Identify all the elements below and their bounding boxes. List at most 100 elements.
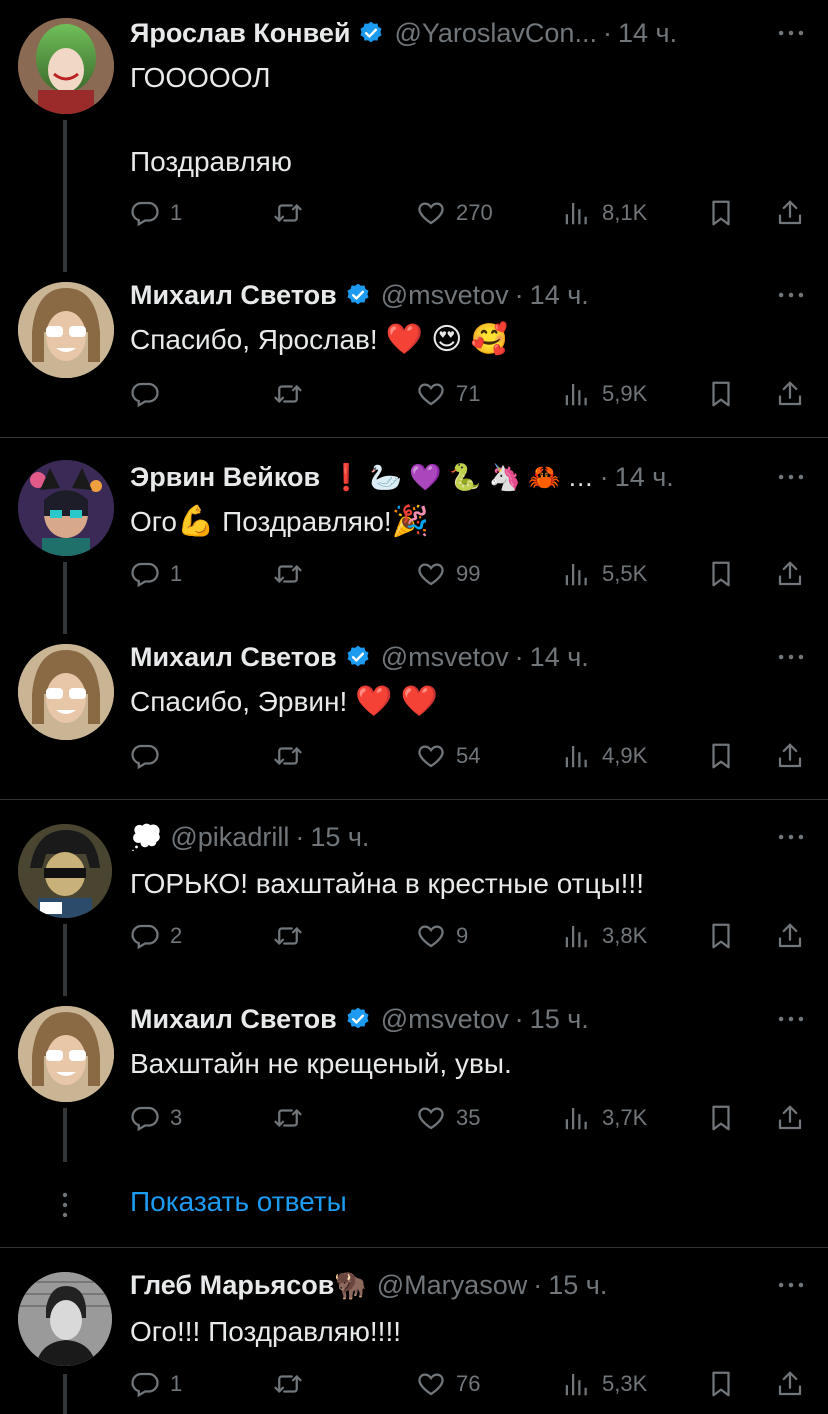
tweet[interactable]: Глеб Марьясов 🦬 @Maryasow · 15 ч. Ого!!!… bbox=[0, 1248, 828, 1414]
views-button[interactable]: 5,3K bbox=[562, 1366, 647, 1402]
emoji-group: ❤️ ❤️ bbox=[355, 685, 439, 718]
bookmark-button[interactable] bbox=[706, 738, 736, 774]
views-button[interactable]: 4,9K bbox=[562, 738, 647, 774]
more-options-icon[interactable] bbox=[774, 640, 808, 674]
timestamp[interactable]: 15 ч. bbox=[310, 822, 369, 853]
more-options-icon[interactable] bbox=[774, 820, 808, 854]
verified-icon bbox=[358, 20, 384, 46]
reply-icon bbox=[130, 559, 160, 589]
bookmark-button[interactable] bbox=[706, 376, 736, 412]
reply-button[interactable]: 2 bbox=[130, 918, 182, 954]
separator: · bbox=[602, 17, 612, 48]
views-button[interactable]: 5,5K bbox=[562, 556, 647, 592]
views-button[interactable]: 5,9K bbox=[562, 376, 647, 412]
avatar[interactable] bbox=[18, 1006, 114, 1102]
share-button[interactable] bbox=[775, 376, 805, 412]
author-name[interactable]: Эрвин Вейков bbox=[130, 462, 320, 493]
avatar[interactable] bbox=[18, 644, 114, 740]
share-button[interactable] bbox=[775, 738, 805, 774]
views-button[interactable]: 3,8K bbox=[562, 918, 647, 954]
like-button[interactable]: 76 bbox=[416, 1366, 480, 1402]
like-button[interactable]: 270 bbox=[416, 195, 493, 231]
share-button[interactable] bbox=[775, 918, 805, 954]
retweet-button[interactable] bbox=[273, 1366, 303, 1402]
bookmark-button[interactable] bbox=[706, 195, 736, 231]
tweet[interactable]: Михаил Светов @msvetov · 14 ч. Спасибо, … bbox=[0, 634, 828, 798]
more-options-icon[interactable] bbox=[774, 460, 808, 494]
author-handle[interactable]: @msvetov bbox=[381, 642, 509, 673]
timestamp[interactable]: 14 ч. bbox=[618, 18, 677, 49]
bookmark-button[interactable] bbox=[706, 1366, 736, 1402]
tweet[interactable]: 💭 @pikadrill · 15 ч. ГОРЬКО! вахштайна в… bbox=[0, 800, 828, 996]
retweet-button[interactable] bbox=[273, 1100, 303, 1136]
reply-icon bbox=[130, 1369, 160, 1399]
bookmark-button[interactable] bbox=[706, 1100, 736, 1136]
avatar[interactable] bbox=[18, 1272, 112, 1366]
show-replies-link[interactable]: Показать ответы bbox=[130, 1186, 347, 1218]
reply-button[interactable]: 3 bbox=[130, 1100, 182, 1136]
author-handle[interactable]: @pikadrill bbox=[170, 822, 289, 853]
tweet[interactable]: Эрвин Вейков ❗ 🦢 💜 🐍 🦄 🦀 … · 14 ч. Ого💪 … bbox=[0, 438, 828, 634]
views-button[interactable]: 3,7K bbox=[562, 1100, 647, 1136]
thread-line bbox=[63, 120, 67, 272]
author-handle[interactable]: @YaroslavCon... bbox=[394, 18, 597, 49]
timestamp[interactable]: 14 ч. bbox=[530, 642, 589, 673]
avatar[interactable] bbox=[18, 460, 114, 556]
views-icon bbox=[562, 1369, 592, 1399]
reply-button[interactable]: 1 bbox=[130, 195, 182, 231]
more-options-icon[interactable] bbox=[774, 278, 808, 312]
share-button[interactable] bbox=[775, 195, 805, 231]
like-button[interactable]: 54 bbox=[416, 738, 480, 774]
more-options-icon[interactable] bbox=[774, 16, 808, 50]
share-icon bbox=[775, 1103, 805, 1133]
reply-icon bbox=[130, 1103, 160, 1133]
author-handle[interactable]: @Maryasow bbox=[377, 1270, 527, 1301]
thread-line bbox=[63, 562, 67, 634]
separator: · bbox=[533, 1269, 543, 1300]
bookmark-button[interactable] bbox=[706, 918, 736, 954]
author-handle[interactable]: @msvetov bbox=[381, 1004, 509, 1035]
author-name[interactable]: Ярослав Конвей bbox=[130, 18, 350, 49]
avatar[interactable] bbox=[18, 824, 112, 918]
views-button[interactable]: 8,1K bbox=[562, 195, 647, 231]
like-button[interactable]: 35 bbox=[416, 1100, 480, 1136]
tweet-text: Ого💪 Поздравляю!🎉 bbox=[130, 505, 430, 538]
share-button[interactable] bbox=[775, 556, 805, 592]
avatar[interactable] bbox=[18, 282, 114, 378]
like-button[interactable]: 71 bbox=[416, 376, 480, 412]
timestamp[interactable]: 15 ч. bbox=[530, 1004, 589, 1035]
tweet[interactable]: Михаил Светов @msvetov · 15 ч. Вахштайн … bbox=[0, 996, 828, 1166]
tweet[interactable]: Ярослав Конвей @YaroslavCon... · 14 ч. Г… bbox=[0, 0, 828, 272]
author-name[interactable]: Михаил Светов bbox=[130, 1004, 337, 1035]
author-name[interactable]: Михаил Светов bbox=[130, 280, 337, 311]
bookmark-icon bbox=[706, 1369, 736, 1399]
author-name[interactable]: Михаил Светов bbox=[130, 642, 337, 673]
retweet-button[interactable] bbox=[273, 556, 303, 592]
retweet-button[interactable] bbox=[273, 195, 303, 231]
timestamp[interactable]: 15 ч. bbox=[548, 1270, 607, 1301]
reply-button[interactable] bbox=[130, 738, 170, 774]
retweet-button[interactable] bbox=[273, 376, 303, 412]
like-button[interactable]: 99 bbox=[416, 556, 480, 592]
avatar[interactable] bbox=[18, 18, 114, 114]
author-handle[interactable]: @msvetov bbox=[381, 280, 509, 311]
reply-button[interactable]: 1 bbox=[130, 1366, 182, 1402]
heart-icon bbox=[416, 921, 446, 951]
reply-button[interactable] bbox=[130, 376, 170, 412]
bookmark-icon bbox=[706, 198, 736, 228]
share-button[interactable] bbox=[775, 1366, 805, 1402]
bookmark-button[interactable] bbox=[706, 556, 736, 592]
retweet-button[interactable] bbox=[273, 918, 303, 954]
timestamp[interactable]: 14 ч. bbox=[530, 280, 589, 311]
like-button[interactable]: 9 bbox=[416, 918, 468, 954]
timestamp[interactable]: 14 ч. bbox=[615, 462, 674, 493]
retweet-icon bbox=[273, 198, 303, 228]
retweet-button[interactable] bbox=[273, 738, 303, 774]
more-options-icon[interactable] bbox=[774, 1002, 808, 1036]
tweet[interactable]: Михаил Светов @msvetov · 14 ч. Спасибо, … bbox=[0, 270, 828, 436]
retweet-icon bbox=[273, 379, 303, 409]
author-name[interactable]: Глеб Марьясов bbox=[130, 1270, 334, 1301]
more-options-icon[interactable] bbox=[774, 1268, 808, 1302]
share-button[interactable] bbox=[775, 1100, 805, 1136]
reply-button[interactable]: 1 bbox=[130, 556, 182, 592]
